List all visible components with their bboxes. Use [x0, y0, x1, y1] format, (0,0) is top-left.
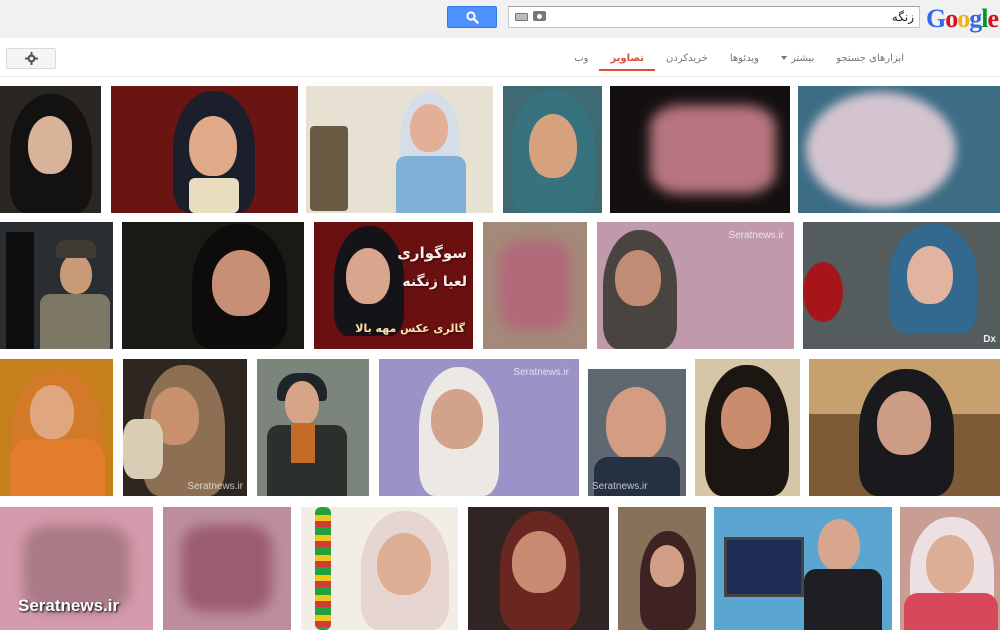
tab-more-label: بیشتر: [790, 53, 815, 64]
gear-icon: [25, 52, 38, 65]
image-result[interactable]: Seratnews.ir: [588, 369, 686, 496]
poster-subtitle: لعیا زنگنه: [402, 274, 467, 290]
image-result[interactable]: [306, 86, 493, 213]
image-result[interactable]: [111, 86, 298, 213]
tab-more[interactable]: بیشتر: [770, 47, 825, 71]
image-result[interactable]: Seratnews.ir: [0, 507, 153, 630]
watermark-dx: Dx: [983, 334, 996, 345]
image-result[interactable]: [122, 222, 304, 349]
poster-title: سوگواری: [397, 244, 467, 262]
image-result[interactable]: Dx: [803, 222, 1000, 349]
image-result[interactable]: Seratnews.ir: [123, 359, 247, 496]
image-result[interactable]: [0, 222, 113, 349]
image-result[interactable]: [618, 507, 706, 630]
image-result[interactable]: [503, 86, 602, 213]
tab-shopping[interactable]: خریدکردن: [655, 47, 719, 71]
tab-videos[interactable]: ویدئوها: [719, 47, 770, 71]
search-tabs: وب تصاویر خریدکردن ویدئوها بیشتر ابزارها…: [563, 47, 915, 71]
image-result[interactable]: Seratnews.ir: [379, 359, 579, 496]
camera-icon[interactable]: [533, 11, 546, 21]
image-result[interactable]: [809, 359, 1000, 496]
tab-search-tools[interactable]: ابزارهای جستجو: [825, 47, 915, 71]
watermark: Seratnews.ir: [513, 367, 569, 378]
header-divider: [0, 76, 1000, 77]
keyboard-icon[interactable]: [515, 13, 528, 21]
image-result[interactable]: [163, 507, 291, 630]
image-result[interactable]: [301, 507, 458, 630]
settings-button[interactable]: [6, 48, 56, 69]
image-result[interactable]: [0, 86, 101, 213]
poster-caption: گالری عکس مهه بالا: [355, 322, 465, 335]
chevron-down-icon: [780, 56, 787, 60]
watermark: Seratnews.ir: [728, 230, 784, 241]
watermark: Seratnews.ir: [187, 481, 243, 492]
image-result[interactable]: [695, 359, 800, 496]
seratnews-watermark: Seratnews.ir: [18, 596, 120, 615]
search-icon: [466, 11, 479, 24]
image-result[interactable]: Seratnews.ir: [597, 222, 794, 349]
logo-letter: g: [969, 4, 982, 33]
watermark: Seratnews.ir: [592, 481, 648, 492]
image-result[interactable]: [468, 507, 609, 630]
image-result[interactable]: [714, 507, 892, 630]
logo-letter: e: [987, 4, 999, 33]
logo-letter: o: [957, 4, 970, 33]
tab-web[interactable]: وب: [563, 47, 599, 71]
logo-letter: G: [925, 4, 946, 33]
search-input[interactable]: [559, 9, 914, 25]
image-result[interactable]: [610, 86, 790, 213]
image-result[interactable]: [483, 222, 587, 349]
image-result[interactable]: [900, 507, 1000, 630]
image-result[interactable]: [798, 86, 1000, 213]
search-button[interactable]: [447, 6, 497, 28]
image-result[interactable]: [0, 359, 113, 496]
image-result[interactable]: سوگواری لعیا زنگنه گالری عکس مهه بالا: [314, 222, 473, 349]
search-box[interactable]: [508, 6, 920, 28]
logo-letter: o: [945, 4, 958, 33]
tab-images[interactable]: تصاویر: [599, 47, 656, 71]
google-logo[interactable]: Google: [925, 4, 999, 34]
image-result[interactable]: [257, 359, 369, 496]
